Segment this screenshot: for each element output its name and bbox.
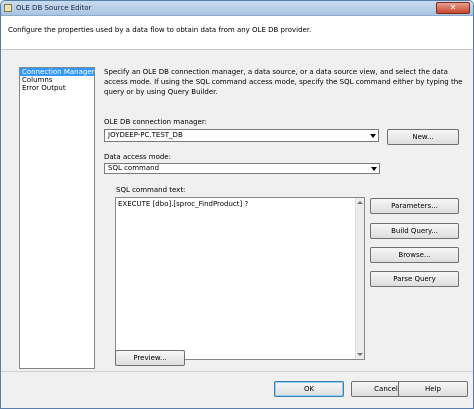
title-bar[interactable]: OLE DB Source Editor ✕: [1, 1, 473, 16]
footer-divider: [1, 371, 473, 372]
new-button[interactable]: New...: [387, 129, 459, 145]
chevron-down-icon: [371, 167, 377, 171]
sidebar-item-error-output[interactable]: Error Output: [20, 84, 94, 92]
parse-query-button[interactable]: Parse Query: [370, 271, 459, 287]
chevron-down-icon: [370, 134, 376, 138]
sidebar-item-columns[interactable]: Columns: [20, 76, 94, 84]
ole-db-source-editor-window: OLE DB Source Editor ✕ Configure the pro…: [0, 0, 474, 409]
parameters-button[interactable]: Parameters...: [370, 198, 459, 214]
sql-command-text: EXECUTE [dbo].[sproc_FindProduct] ?: [118, 200, 249, 208]
preview-button[interactable]: Preview...: [115, 350, 185, 366]
scroll-up-icon[interactable]: [357, 201, 363, 204]
sql-command-label: SQL command text:: [116, 186, 186, 194]
connection-manager-label: OLE DB connection manager:: [104, 118, 207, 126]
window-title: OLE DB Source Editor: [16, 4, 92, 12]
close-icon: ✕: [449, 3, 457, 12]
data-access-mode-value: SQL command: [108, 164, 160, 172]
scroll-down-icon[interactable]: [357, 353, 363, 356]
data-access-mode-label: Data access mode:: [104, 153, 171, 161]
sidebar-item-connection-manager[interactable]: Connection Manager: [20, 68, 95, 76]
data-access-mode-combo[interactable]: SQL command: [104, 163, 380, 174]
sql-command-textarea[interactable]: EXECUTE [dbo].[sproc_FindProduct] ?: [115, 197, 365, 360]
vertical-scrollbar[interactable]: [355, 198, 364, 359]
connection-manager-combo[interactable]: JOYDEEP-PC.TEST_DB: [104, 129, 379, 142]
browse-button[interactable]: Browse...: [370, 247, 459, 263]
page-list: Connection Manager Columns Error Output: [19, 67, 95, 369]
build-query-button[interactable]: Build Query...: [370, 223, 459, 239]
help-button[interactable]: Help: [398, 381, 468, 397]
header-description: Configure the properties used by a data …: [8, 26, 312, 34]
app-icon: [4, 4, 12, 12]
ok-button[interactable]: OK: [274, 381, 344, 397]
header-panel: Configure the properties used by a data …: [1, 16, 473, 50]
connection-manager-value: JOYDEEP-PC.TEST_DB: [108, 131, 183, 139]
page-description: Specify an OLE DB connection manager, a …: [104, 68, 463, 96]
close-button[interactable]: ✕: [436, 2, 470, 14]
